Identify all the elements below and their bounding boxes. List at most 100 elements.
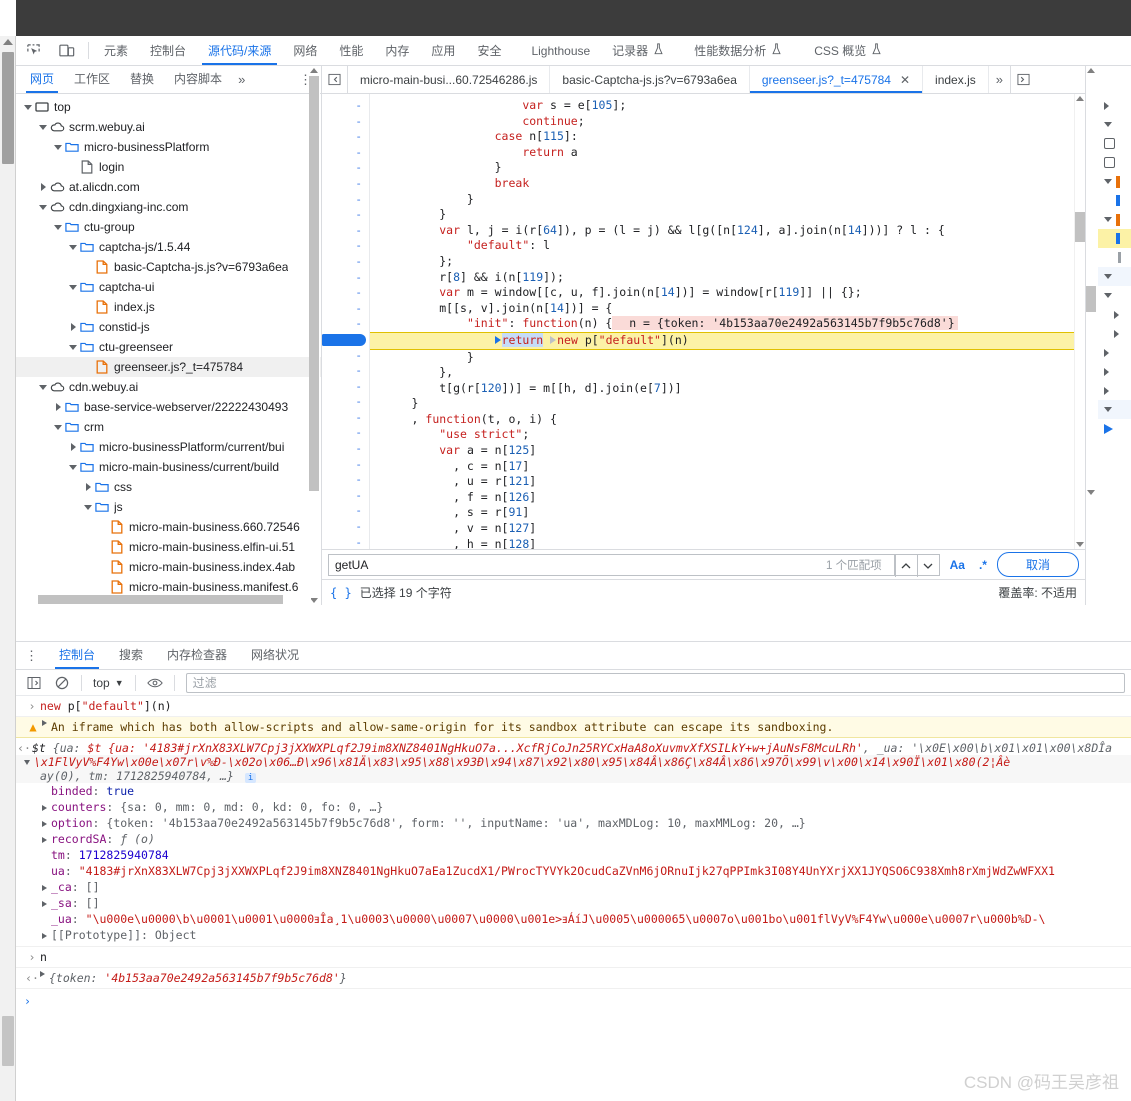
gutter-line[interactable]: - bbox=[322, 441, 369, 457]
editor-tab-3[interactable]: index.js bbox=[923, 66, 989, 93]
console-property-row[interactable]: [[Prototype]]: Object bbox=[16, 927, 1131, 943]
file-tree-row[interactable]: micro-main-business.elfin-ui.51 bbox=[16, 537, 321, 557]
gutter-line[interactable]: - bbox=[322, 503, 369, 519]
tab-performance[interactable]: 性能 bbox=[328, 36, 374, 65]
expand-triangle-icon[interactable] bbox=[42, 884, 47, 891]
code-line[interactable]: , c = n[17] bbox=[370, 459, 1085, 475]
info-badge[interactable]: i bbox=[244, 773, 257, 783]
debugger-item-row[interactable] bbox=[1098, 324, 1131, 343]
gutter-line[interactable]: - bbox=[322, 114, 369, 130]
checkbox-icon[interactable] bbox=[1104, 157, 1115, 168]
gutter-line[interactable]: - bbox=[322, 254, 369, 270]
code-line-highlighted[interactable]: return new p["default"](n) bbox=[370, 331, 1085, 350]
live-expression-icon[interactable] bbox=[143, 672, 167, 694]
debugger-section-row[interactable] bbox=[1098, 267, 1131, 286]
code-line[interactable]: , h = n[128] bbox=[370, 537, 1085, 549]
find-next-button[interactable] bbox=[916, 554, 939, 577]
gutter-line[interactable]: - bbox=[322, 129, 369, 145]
file-tree-row[interactable]: constid-js bbox=[16, 317, 321, 337]
code-line[interactable]: }, bbox=[370, 365, 1085, 381]
caret-right-icon[interactable] bbox=[67, 443, 79, 451]
code-line[interactable]: "default": l bbox=[370, 238, 1085, 254]
editor-tab-2[interactable]: greenseer.js?_t=475784 ✕ bbox=[749, 66, 924, 93]
file-tree-row[interactable]: cdn.dingxiang-inc.com bbox=[16, 197, 321, 217]
tab-sources[interactable]: 源代码/来源 bbox=[197, 36, 282, 65]
caret-down-icon[interactable] bbox=[37, 204, 49, 210]
code-line[interactable]: , s = r[91] bbox=[370, 505, 1085, 521]
gutter-line[interactable]: - bbox=[322, 394, 369, 410]
debugger-item-row[interactable] bbox=[1098, 305, 1131, 324]
caret-down-icon[interactable] bbox=[37, 124, 49, 130]
file-tree-row[interactable]: login bbox=[16, 157, 321, 177]
file-tree-row[interactable]: micro-businessPlatform bbox=[16, 137, 321, 157]
expand-triangle-icon[interactable] bbox=[42, 804, 47, 811]
clear-console-icon[interactable] bbox=[50, 672, 74, 694]
debugger-item-row[interactable] bbox=[1098, 381, 1131, 400]
gutter-line[interactable]: - bbox=[322, 535, 369, 549]
file-tree-row[interactable]: micro-main-business.index.4ab bbox=[16, 557, 321, 577]
file-tree-row[interactable]: top bbox=[16, 97, 321, 117]
tree-scroll-down-icon[interactable] bbox=[310, 598, 318, 603]
console-input-message[interactable]: › new p["default"](n) bbox=[16, 696, 1131, 717]
console-object-message[interactable]: ‹· $t {ua: $t {ua: '4183#jrXnX83XLW7Cpj3… bbox=[16, 738, 1131, 946]
find-input-wrapper[interactable]: getUA 1 个匹配项 bbox=[328, 553, 895, 576]
debugger-current-frame-row[interactable] bbox=[1098, 419, 1131, 438]
gutter-line[interactable]: - bbox=[322, 488, 369, 504]
code-line[interactable]: , v = n[127] bbox=[370, 521, 1085, 537]
file-tree-row[interactable]: scrm.webuy.ai bbox=[16, 117, 321, 137]
code-line[interactable]: } bbox=[370, 396, 1085, 412]
console-property-row[interactable]: option: {token: '4b153aa70e2492a563145b7… bbox=[16, 815, 1131, 831]
device-toolbar-icon[interactable] bbox=[50, 36, 84, 65]
code-line[interactable]: } bbox=[370, 192, 1085, 208]
expand-triangle-icon[interactable] bbox=[42, 900, 47, 907]
debugger-section-row[interactable] bbox=[1098, 400, 1131, 419]
file-tree-row[interactable]: at.alicdn.com bbox=[16, 177, 321, 197]
code-line[interactable]: , function(t, o, i) { bbox=[370, 412, 1085, 428]
pretty-print-icon[interactable]: { } bbox=[330, 586, 352, 600]
console-property-row[interactable]: _sa: [] bbox=[16, 895, 1131, 911]
tab-performance-insights[interactable]: 性能数据分析 bbox=[683, 36, 793, 65]
file-tree-row[interactable]: ctu-greenseer bbox=[16, 337, 321, 357]
navigator-more-tabs-icon[interactable]: » bbox=[232, 72, 251, 87]
expand-triangle-icon[interactable] bbox=[42, 932, 47, 939]
gutter-line[interactable]: - bbox=[322, 363, 369, 379]
navigator-tab-overrides[interactable]: 替换 bbox=[120, 66, 164, 93]
tab-lighthouse[interactable]: Lighthouse bbox=[520, 36, 601, 65]
code-line[interactable]: var l, j = i(r[64]), p = (l = j) && l[g(… bbox=[370, 223, 1085, 239]
editor-tab-0[interactable]: micro-main-busi...60.72546286.js bbox=[348, 66, 551, 93]
debugger-scrollbar[interactable] bbox=[1086, 66, 1097, 605]
code-viewer[interactable]: ------------------------------ var s = e… bbox=[322, 94, 1085, 549]
debugger-checkbox-row[interactable] bbox=[1098, 134, 1131, 153]
file-tree-row[interactable]: js bbox=[16, 497, 321, 517]
debugger-scroll-thumb[interactable] bbox=[1086, 286, 1096, 312]
console-property-row[interactable]: tm: 1712825940784 bbox=[16, 847, 1131, 863]
console-filter-input[interactable]: 过滤 bbox=[185, 672, 1125, 693]
code-line[interactable]: var a = n[125] bbox=[370, 443, 1085, 459]
gutter-line[interactable]: - bbox=[322, 270, 369, 286]
gutter-line[interactable]: - bbox=[322, 379, 369, 395]
show-debugger-icon[interactable] bbox=[1009, 66, 1036, 93]
gutter-line[interactable]: - bbox=[322, 223, 369, 239]
file-tree-row[interactable]: css bbox=[16, 477, 321, 497]
scroll-up-arrow-icon[interactable] bbox=[3, 39, 13, 45]
debugger-scroll-up-icon[interactable] bbox=[1087, 68, 1095, 73]
navigator-tab-workspace[interactable]: 工作区 bbox=[64, 66, 120, 93]
file-tree[interactable]: top scrm.webuy.ai micro-businessPlatform lo… bbox=[16, 94, 321, 605]
caret-down-icon[interactable] bbox=[52, 424, 64, 430]
console-property-row[interactable]: recordSA: ƒ (o) bbox=[16, 831, 1131, 847]
gutter-line[interactable]: - bbox=[322, 457, 369, 473]
navigator-tab-page[interactable]: 网页 bbox=[20, 66, 64, 93]
gutter-line[interactable]: - bbox=[322, 410, 369, 426]
gutter-line[interactable]: - bbox=[322, 348, 369, 364]
tab-console[interactable]: 控制台 bbox=[139, 36, 197, 65]
line-number-gutter[interactable]: ------------------------------ bbox=[322, 94, 370, 549]
file-tree-row[interactable]: captcha-js/1.5.44 bbox=[16, 237, 321, 257]
caret-down-icon[interactable] bbox=[52, 224, 64, 230]
caret-down-icon[interactable] bbox=[67, 344, 79, 350]
code-line[interactable]: r[8] && i(n[119]); bbox=[370, 270, 1085, 286]
gutter-line[interactable]: - bbox=[322, 316, 369, 332]
console-property-row[interactable]: _ua: "\u000e\u0000\b\u0001\u0001\u0000ⱻÎ… bbox=[16, 911, 1131, 927]
console-output[interactable]: › new p["default"](n) ▲ An iframe which … bbox=[16, 696, 1131, 1101]
drawer-menu-icon[interactable]: ⋮ bbox=[16, 648, 47, 664]
code-line[interactable]: } bbox=[370, 207, 1085, 223]
